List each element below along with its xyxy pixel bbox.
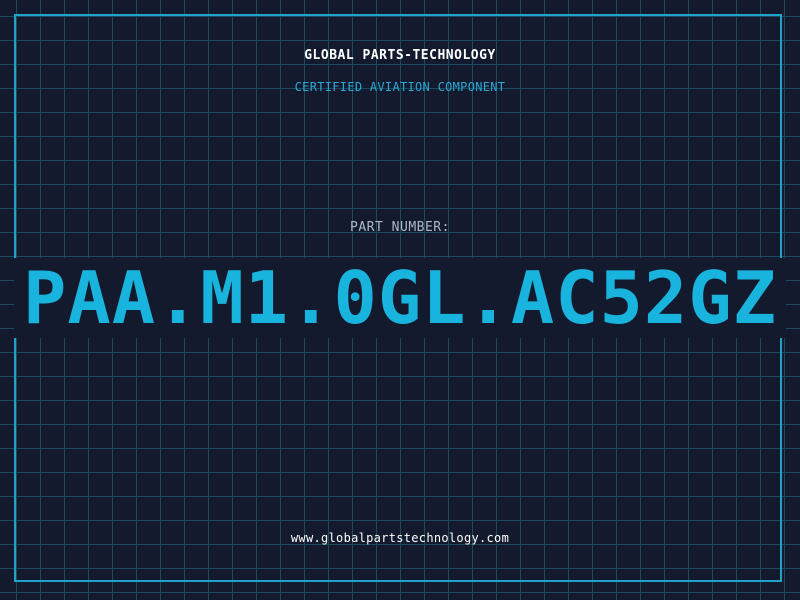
part-number-value: PAA.M1.0GL.AC52GZ (23, 256, 777, 340)
website-url: www.globalpartstechnology.com (290, 531, 510, 545)
company-name: GLOBAL PARTS-TECHNOLOGY (304, 48, 496, 63)
certification-tagline: CERTIFIED AVIATION COMPONENT (294, 80, 506, 94)
part-number-label: PART NUMBER: (350, 220, 450, 235)
part-label-card: GLOBAL PARTS-TECHNOLOGY CERTIFIED AVIATI… (0, 0, 800, 600)
